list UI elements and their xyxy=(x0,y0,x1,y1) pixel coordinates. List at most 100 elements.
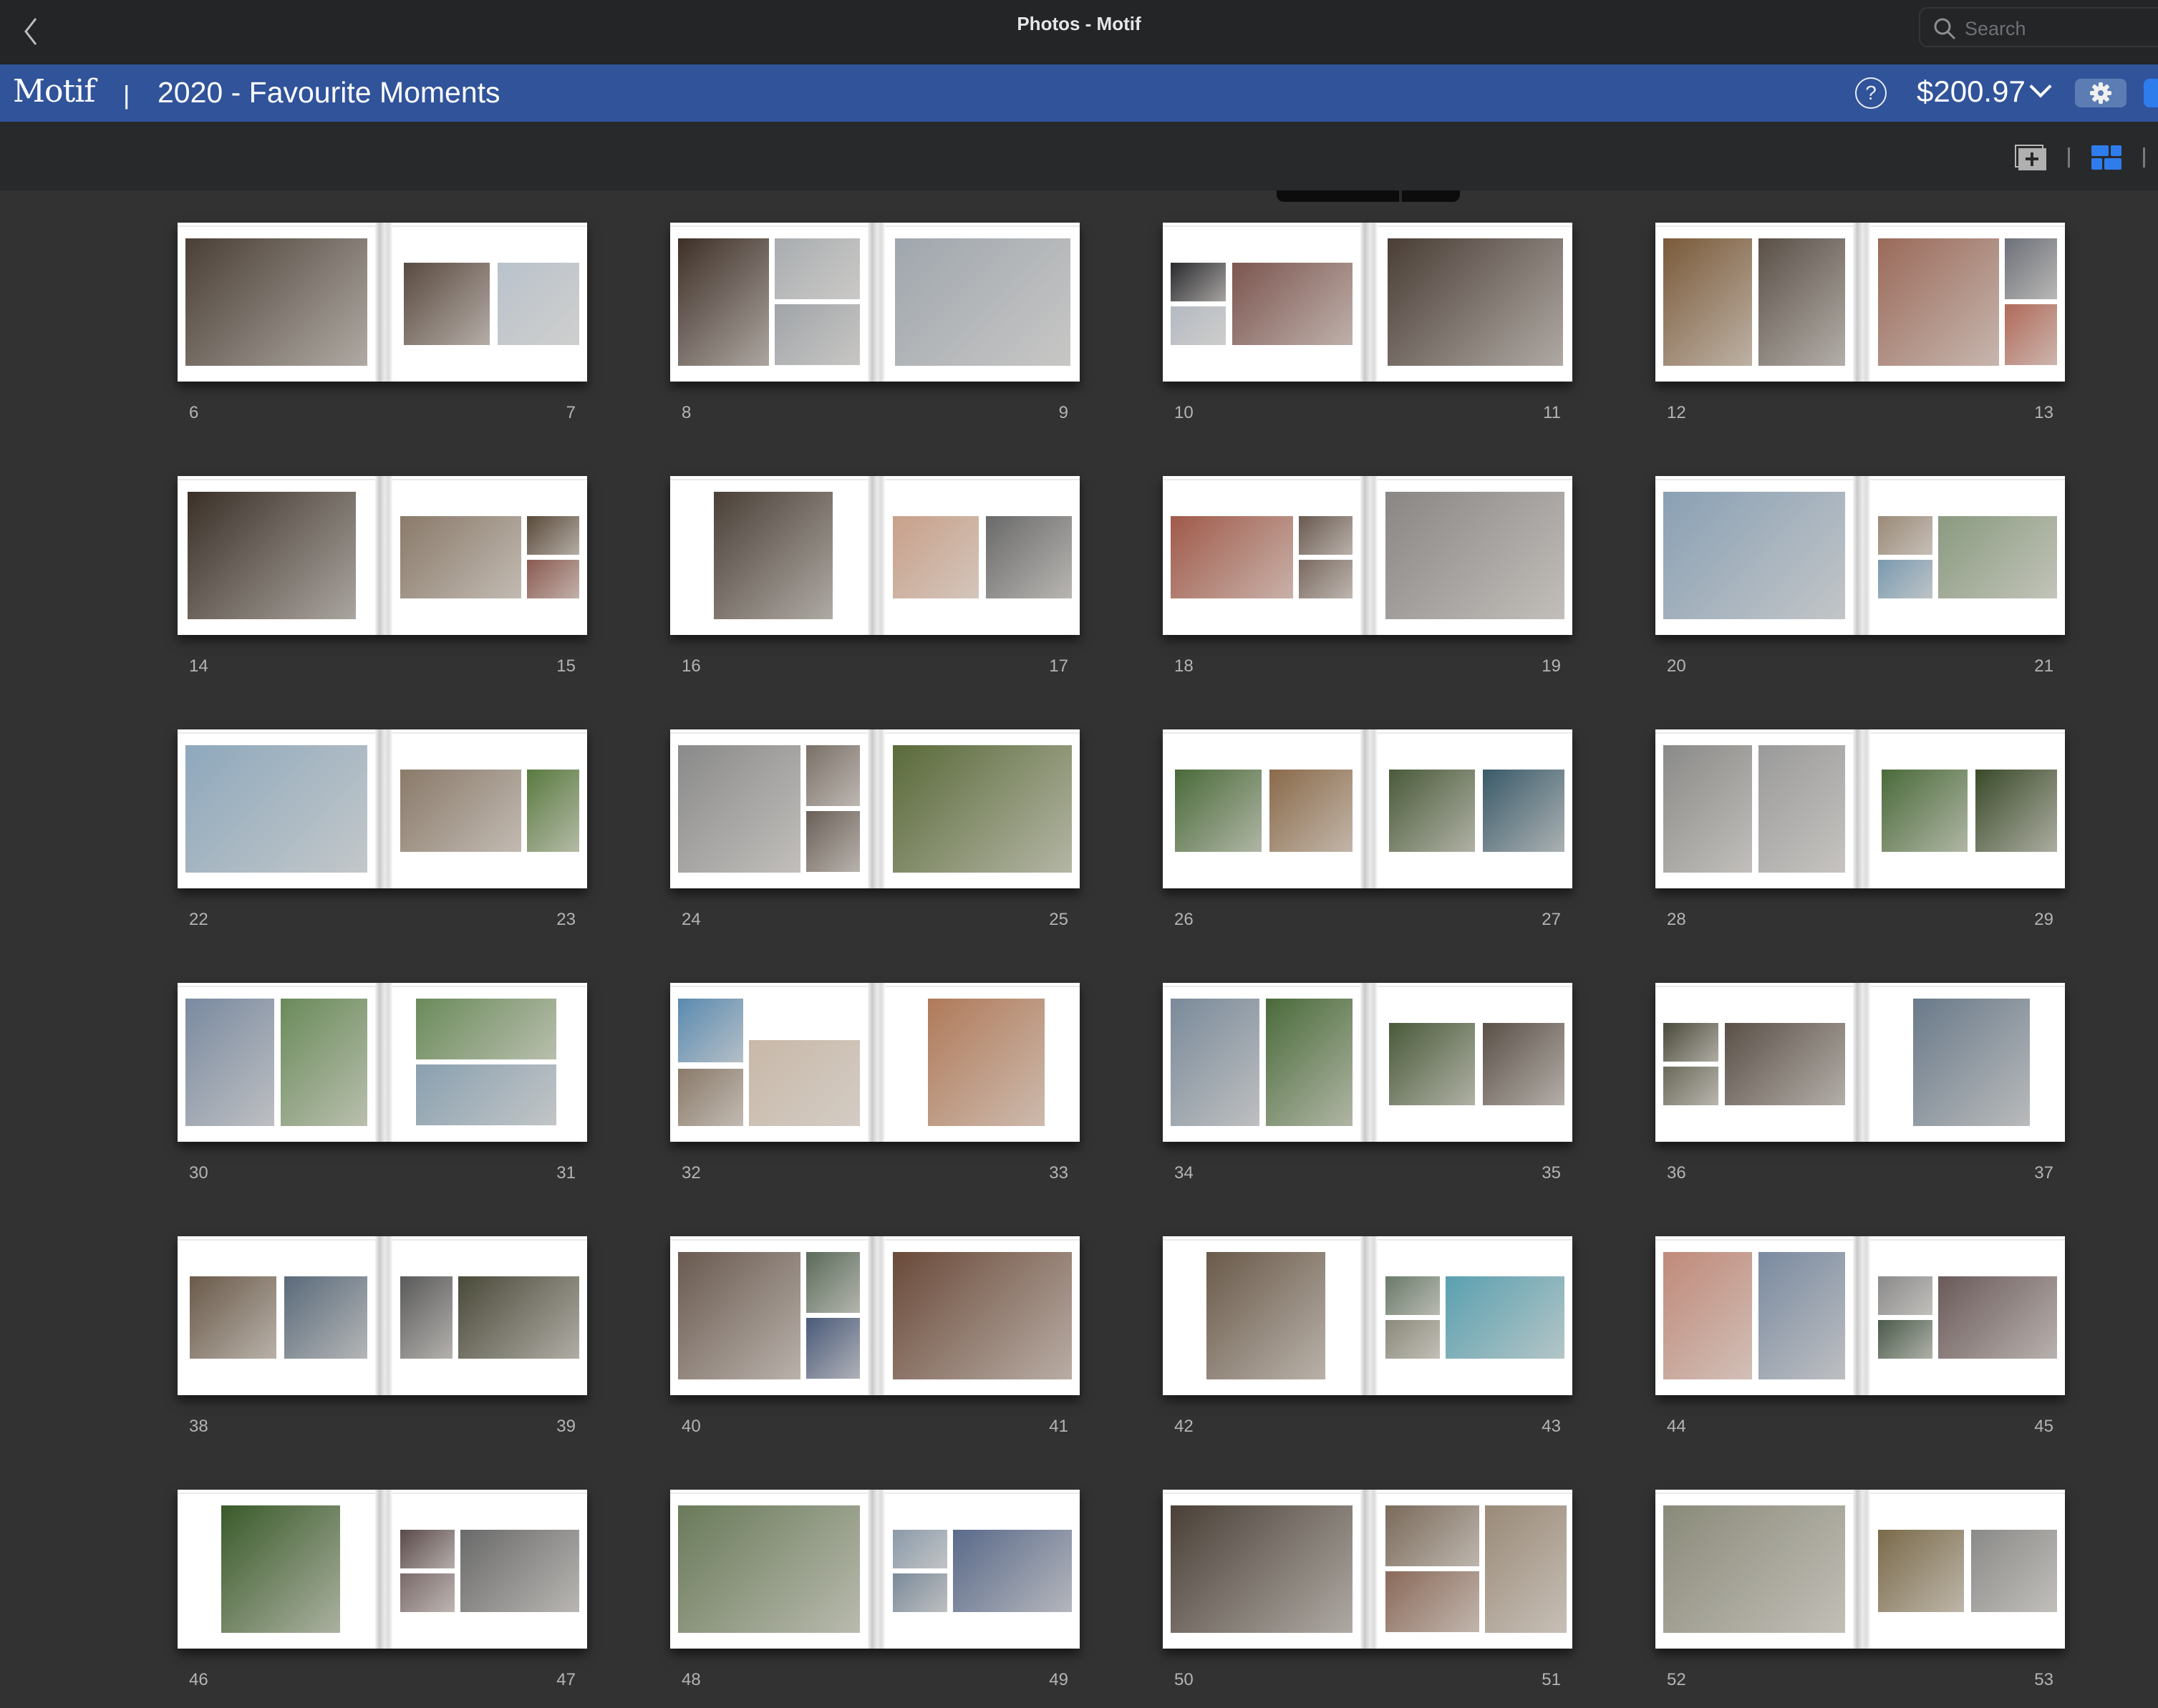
left-page[interactable] xyxy=(1655,1236,1853,1395)
page-spread[interactable]: 18 19 xyxy=(1163,476,1572,676)
photo[interactable] xyxy=(1725,1023,1845,1105)
page-spread[interactable]: 14 15 xyxy=(178,476,587,676)
photo[interactable] xyxy=(1206,1252,1325,1379)
photo[interactable] xyxy=(749,1040,860,1126)
photo[interactable] xyxy=(527,770,579,852)
photo[interactable] xyxy=(893,1573,947,1612)
right-page[interactable] xyxy=(1378,1236,1572,1395)
photo[interactable] xyxy=(284,1276,367,1359)
right-page[interactable] xyxy=(392,1490,587,1649)
photo[interactable] xyxy=(895,238,1070,366)
photo[interactable] xyxy=(986,516,1072,598)
page-spread[interactable]: 40 41 xyxy=(670,1236,1080,1436)
right-page[interactable] xyxy=(1870,983,2065,1142)
photo[interactable] xyxy=(1171,1505,1353,1633)
left-page[interactable] xyxy=(178,476,375,635)
photo[interactable] xyxy=(893,516,979,598)
photo[interactable] xyxy=(1232,263,1353,345)
photo[interactable] xyxy=(460,1530,579,1612)
page-spread[interactable]: 38 39 xyxy=(178,1236,587,1436)
page-spread[interactable]: 10 11 xyxy=(1163,223,1572,422)
photo[interactable] xyxy=(185,238,367,366)
photo[interactable] xyxy=(1483,770,1564,852)
page-spread[interactable]: 22 23 xyxy=(178,729,587,929)
photo[interactable] xyxy=(893,745,1072,873)
page-spread[interactable]: 50 51 xyxy=(1163,1490,1572,1689)
right-page[interactable] xyxy=(1870,1236,2065,1395)
page-spread[interactable]: 46 47 xyxy=(178,1490,587,1689)
photo[interactable] xyxy=(1385,1571,1479,1632)
photo[interactable] xyxy=(1385,1276,1440,1315)
left-page[interactable] xyxy=(670,729,868,888)
photo[interactable] xyxy=(400,1276,453,1359)
left-page[interactable] xyxy=(178,729,375,888)
page-spread[interactable]: 48 49 xyxy=(670,1490,1080,1689)
photo[interactable] xyxy=(1171,516,1293,598)
photo[interactable] xyxy=(1266,999,1353,1126)
page-spread[interactable]: 36 37 xyxy=(1655,983,2065,1183)
page-spread[interactable]: 12 13 xyxy=(1655,223,2065,422)
photo[interactable] xyxy=(1663,745,1752,873)
page-spread[interactable]: 34 35 xyxy=(1163,983,1572,1183)
left-page[interactable] xyxy=(1163,223,1360,382)
photo[interactable] xyxy=(1663,238,1752,366)
left-page[interactable] xyxy=(1163,1236,1360,1395)
photo[interactable] xyxy=(714,492,833,619)
page-spread[interactable]: 30 31 xyxy=(178,983,587,1183)
right-page[interactable] xyxy=(1378,729,1572,888)
order-button[interactable] xyxy=(2144,79,2158,107)
photo[interactable] xyxy=(2005,304,2057,365)
photo[interactable] xyxy=(953,1530,1072,1612)
left-page[interactable] xyxy=(178,1236,375,1395)
photo[interactable] xyxy=(1878,516,1932,555)
page-spread[interactable]: 26 27 xyxy=(1163,729,1572,929)
right-page[interactable] xyxy=(1870,729,2065,888)
photo[interactable] xyxy=(400,1530,455,1568)
photo[interactable] xyxy=(1878,1276,1932,1315)
left-page[interactable] xyxy=(1163,1490,1360,1649)
photo[interactable] xyxy=(1389,1023,1475,1105)
add-page-button[interactable] xyxy=(2015,145,2046,170)
photo[interactable] xyxy=(1878,238,1999,366)
photo[interactable] xyxy=(1938,516,2057,598)
right-page[interactable] xyxy=(1378,476,1572,635)
photo[interactable] xyxy=(928,999,1045,1126)
photo[interactable] xyxy=(1663,1252,1752,1379)
photo[interactable] xyxy=(678,238,769,366)
right-page[interactable] xyxy=(1378,983,1572,1142)
photo[interactable] xyxy=(281,999,367,1126)
left-page[interactable] xyxy=(178,1490,375,1649)
photo[interactable] xyxy=(1882,770,1968,852)
photo[interactable] xyxy=(1385,492,1564,619)
photo[interactable] xyxy=(806,1318,860,1379)
photo[interactable] xyxy=(1663,492,1845,619)
left-page[interactable] xyxy=(1655,729,1853,888)
page-spread[interactable]: 89 xyxy=(670,223,1080,422)
photo[interactable] xyxy=(1299,560,1353,598)
help-button[interactable]: ? xyxy=(1855,77,1887,109)
photo[interactable] xyxy=(1269,770,1353,852)
right-page[interactable] xyxy=(392,983,587,1142)
photo[interactable] xyxy=(1878,560,1932,598)
photo[interactable] xyxy=(678,745,800,873)
right-page[interactable] xyxy=(1378,1490,1572,1649)
photo[interactable] xyxy=(1388,238,1563,366)
left-page[interactable] xyxy=(670,223,868,382)
photo[interactable] xyxy=(1758,745,1845,873)
photo[interactable] xyxy=(678,1505,860,1633)
right-page[interactable] xyxy=(885,1236,1080,1395)
photo[interactable] xyxy=(1971,1530,2057,1612)
photo[interactable] xyxy=(1171,263,1226,301)
photo[interactable] xyxy=(806,1252,860,1313)
right-page[interactable] xyxy=(1870,223,2065,382)
page-spread[interactable]: 28 29 xyxy=(1655,729,2065,929)
left-page[interactable] xyxy=(670,1490,868,1649)
left-page[interactable] xyxy=(1163,983,1360,1142)
page-spread[interactable]: 67 xyxy=(178,223,587,422)
photo[interactable] xyxy=(527,516,579,555)
right-page[interactable] xyxy=(885,1490,1080,1649)
right-page[interactable] xyxy=(885,983,1080,1142)
page-spread[interactable]: 44 45 xyxy=(1655,1236,2065,1436)
left-page[interactable] xyxy=(670,983,868,1142)
left-page[interactable] xyxy=(178,983,375,1142)
